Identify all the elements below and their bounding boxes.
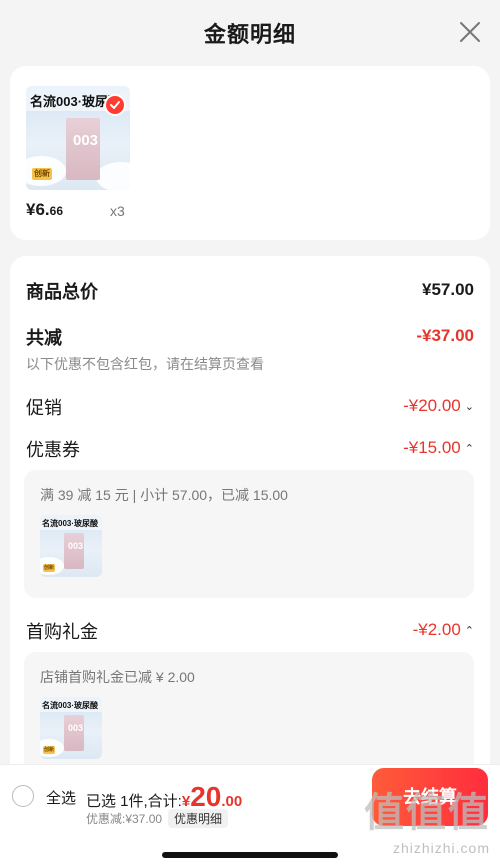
price-detail-card: 商品总价 ¥57.00 共减 -¥37.00 以下优惠不包含红包，请在结算页查看… (10, 256, 490, 816)
coupon-product-image: 名流003·玻尿酸 003 创新 (40, 515, 102, 577)
discount-text: 优惠减:¥37.00 (86, 812, 163, 826)
coupon-row-toggle[interactable]: -¥15.00 ⌃ (403, 438, 474, 458)
page-title: 金额明细 (203, 22, 296, 47)
thumb-banner: 名流003·玻尿酸 (40, 697, 102, 712)
discount-note: 以下优惠不包含红包，请在结算页查看 (26, 356, 264, 372)
coupon-value: -¥15.00 (403, 438, 461, 457)
select-all-label[interactable]: 全选 (46, 787, 76, 808)
reduce-label: 共减 (26, 328, 62, 348)
discount-line: 优惠减:¥37.00 优惠明细 (86, 809, 229, 828)
product-box: 003 (64, 715, 84, 751)
product-card: 名流003·玻尿酸 003 创新 ¥6.66 x3 (10, 66, 490, 240)
selected-check-icon[interactable] (104, 94, 126, 116)
promo-row-toggle[interactable]: -¥20.00 ⌄ (403, 396, 474, 416)
selected-text: 已选 1件,合计: (86, 793, 182, 810)
chevron-up-icon: ⌃ (464, 625, 474, 638)
product-badge: 创新 (32, 168, 52, 180)
firstbuy-product-image: 名流003·玻尿酸 003 创新 (40, 697, 102, 759)
thumb-banner: 名流003·玻尿酸 (40, 515, 102, 530)
product-price: ¥6.66 (26, 200, 63, 219)
promo-value: -¥20.00 (403, 396, 461, 415)
watermark: 值值值 zhizhizhi.com (350, 780, 490, 860)
firstbuy-row-toggle[interactable]: -¥2.00 ⌃ (413, 620, 474, 640)
watermark-logo: 值值值 (364, 791, 490, 835)
home-indicator (162, 852, 338, 858)
select-all-radio[interactable] (12, 785, 34, 807)
reduce-value: -¥37.00 (416, 326, 474, 345)
firstbuy-detail-panel: 店铺首购礼金已减 ¥ 2.00 名流003·玻尿酸 003 创新 (24, 652, 474, 780)
product-badge: 创新 (43, 564, 55, 572)
total-value: ¥57.00 (422, 280, 474, 299)
coupon-detail-text: 满 39 减 15 元 | 小计 57.00，已减 15.00 (40, 487, 288, 503)
product-box: 003 (66, 118, 100, 180)
product-quantity: x3 (110, 203, 125, 219)
firstbuy-label: 首购礼金 (26, 622, 98, 642)
product-box: 003 (64, 533, 84, 569)
total-amount: ¥20.00 (181, 781, 243, 812)
chevron-up-icon: ⌃ (464, 443, 474, 456)
price-detail-button[interactable]: 优惠明细 (168, 809, 229, 828)
product-badge: 创新 (43, 746, 55, 754)
chevron-down-icon: ⌄ (464, 401, 474, 414)
firstbuy-value: -¥2.00 (412, 620, 461, 639)
coupon-label: 优惠券 (26, 440, 80, 460)
coupon-detail-panel: 满 39 减 15 元 | 小计 57.00，已减 15.00 名流003·玻尿… (24, 470, 474, 598)
total-label: 商品总价 (26, 282, 98, 302)
watermark-url: zhizhizhi.com (392, 840, 490, 856)
header: 金额明细 (0, 0, 500, 62)
firstbuy-detail-text: 店铺首购礼金已减 ¥ 2.00 (40, 669, 195, 685)
close-icon[interactable] (458, 20, 482, 44)
promo-label: 促销 (26, 398, 62, 418)
